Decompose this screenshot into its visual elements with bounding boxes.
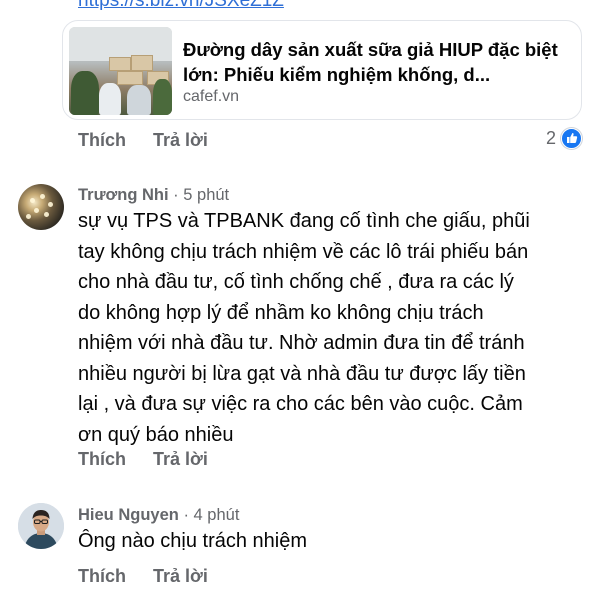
comment-header: Trương Nhi · 5 phút [78,186,229,205]
author-name[interactable]: Trương Nhi [78,186,169,204]
comment-time[interactable]: · 4 phút [179,506,239,524]
comment-line: cho nhà đầu tư, cố tình chống chế , đưa … [78,271,514,293]
comment-actions: Thích Trả lời [78,449,230,470]
article-title[interactable]: Đường dây sản xuất sữa giả HIUP đặc biệt… [183,37,573,87]
shared-url-link[interactable]: https://s.biz.vn/JSXeZ1Z [78,0,284,12]
comment-line: nhiệm với nhà đầu tư. Nhờ admin đưa tin … [78,332,525,354]
like-button[interactable]: Thích [78,449,126,469]
comment-body: sự vụ TPS và TPBANK đang cố tình che giấ… [78,206,530,450]
comment-line: nhiều người bị lừa gạt và nhà đầu tư đượ… [78,362,526,385]
reaction-count: 2 [546,127,557,148]
reply-button[interactable]: Trả lời [153,449,208,469]
author-name[interactable]: Hieu Nguyen [78,506,179,524]
reaction-summary[interactable]: 2 [546,126,583,150]
comment-line: tay không chịu trách nhiệm về các lô trá… [78,240,529,263]
comment-header: Hieu Nguyen · 4 phút [78,506,239,525]
comment-actions: Thích Trả lời [78,566,230,587]
comment-body: Ông nào chịu trách nhiệm [78,526,307,557]
comment-line: ơn quý báo nhiều [78,423,234,446]
avatar[interactable] [18,184,64,230]
reply-button[interactable]: Trả lời [153,566,208,586]
article-source: cafef.vn [183,88,240,105]
like-button[interactable]: Thích [78,566,126,586]
comment-line: do không hợp lý để nhầm ko không chịu tr… [78,301,484,324]
reply-button[interactable]: Trả lời [153,130,208,150]
comment-time[interactable]: · 5 phút [169,186,229,204]
avatar[interactable] [18,503,64,549]
comment-line: lại , và đưa sự việc ra cho các bên vào … [78,393,523,415]
link-preview-card[interactable]: Đường dây sản xuất sữa giả HIUP đặc biệt… [62,20,582,120]
comment-actions: Thích Trả lời [78,130,230,151]
like-thumb-icon [561,127,583,149]
comment-line: sự vụ TPS và TPBANK đang cố tình che giấ… [78,210,530,232]
comment-line: Ông nào chịu trách nhiệm [78,530,308,552]
like-button[interactable]: Thích [78,130,126,150]
article-thumbnail [69,27,172,115]
